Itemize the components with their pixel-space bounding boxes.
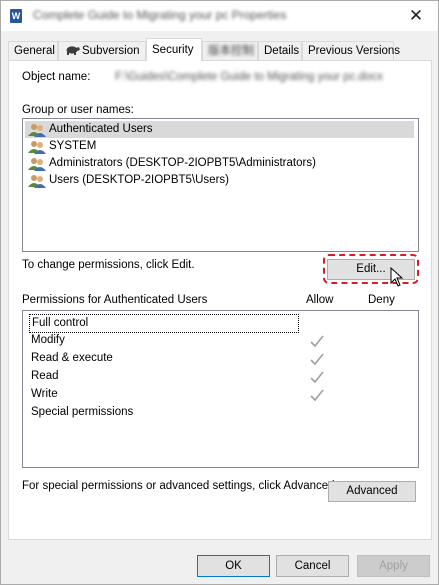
tortoise-icon — [66, 46, 80, 55]
users-icon — [28, 140, 46, 154]
object-name-label: Object name: — [22, 71, 91, 83]
list-item-system[interactable]: SYSTEM — [25, 138, 96, 155]
advanced-button[interactable]: Advanced — [328, 481, 416, 502]
permissions-list[interactable] — [22, 310, 419, 468]
object-name-value: F:\Guides\Complete Guide to Migrating yo… — [115, 71, 383, 83]
permission-row-modify[interactable]: Modify — [31, 332, 65, 349]
permission-name: Read & execute — [31, 352, 113, 364]
allow-checkmark-icon — [310, 389, 324, 402]
apply-button-label: Apply — [379, 560, 408, 572]
tab-label: General — [14, 45, 55, 57]
users-icon — [28, 174, 46, 188]
ok-button[interactable]: OK — [197, 555, 270, 577]
users-icon — [28, 123, 46, 137]
list-item-label: Authenticated Users — [49, 123, 153, 135]
permission-row-special[interactable]: Special permissions — [31, 404, 133, 421]
window-title: Complete Guide to Migrating your pc Prop… — [33, 8, 287, 22]
list-item-label: Users (DESKTOP-2IOPBT5\Users) — [49, 174, 229, 186]
list-item-label: SYSTEM — [49, 140, 97, 152]
advanced-button-label: Advanced — [346, 485, 398, 497]
tab-security[interactable]: Security — [146, 38, 202, 61]
allow-checkmark-icon — [310, 371, 324, 384]
permission-row-read[interactable]: Read — [31, 368, 59, 385]
tab-previous-versions[interactable]: Previous Versions — [302, 41, 400, 60]
ok-button-label: OK — [225, 560, 242, 572]
change-permissions-hint: To change permissions, click Edit. — [22, 259, 195, 271]
close-button[interactable]: ✕ — [394, 1, 438, 31]
tab-label: Details — [264, 45, 300, 57]
permission-name: Write — [31, 388, 58, 400]
list-item-authenticated-users[interactable]: Authenticated Users — [25, 121, 414, 138]
apply-button[interactable]: Apply — [357, 555, 430, 577]
permission-name: Read — [31, 370, 59, 382]
tab-general[interactable]: General — [8, 41, 58, 60]
permission-name: Modify — [31, 334, 65, 346]
permission-row-write[interactable]: Write — [31, 386, 58, 403]
permission-name: Special permissions — [31, 406, 134, 418]
list-item-label: Administrators (DESKTOP-2IOPBT5\Administ… — [49, 157, 316, 169]
tab-label: Security — [152, 44, 194, 56]
allow-header: Allow — [306, 294, 334, 306]
edit-button-highlight — [323, 254, 419, 284]
cancel-button[interactable]: Cancel — [276, 555, 349, 577]
tab-label: 版本控制 — [208, 45, 254, 57]
tab-label: Subversion — [82, 45, 140, 57]
word-document-icon: W — [10, 9, 22, 23]
users-icon — [28, 157, 46, 171]
tab-label: Previous Versions — [308, 45, 401, 57]
title-bar: W Complete Guide to Migrating your pc Pr… — [1, 1, 438, 31]
permission-name: Full control — [32, 317, 89, 329]
mouse-cursor-icon — [390, 267, 404, 287]
allow-checkmark-icon — [310, 353, 324, 366]
group-user-list[interactable]: Authenticated Users SYSTEM Administrator… — [22, 118, 419, 252]
permission-row-read-execute[interactable]: Read & execute — [31, 350, 113, 367]
permission-row-full-control[interactable]: Full control — [29, 314, 299, 333]
group-names-label: Group or user names: — [22, 104, 134, 116]
advanced-hint: For special permissions or advanced sett… — [22, 480, 338, 492]
cancel-button-label: Cancel — [294, 560, 331, 572]
permissions-label: Permissions for Authenticated Users — [22, 294, 208, 306]
properties-window: W Complete Guide to Migrating your pc Pr… — [0, 0, 439, 585]
list-item-users[interactable]: Users (DESKTOP-2IOPBT5\Users) — [25, 172, 229, 189]
tab-details[interactable]: Details — [258, 41, 302, 60]
allow-checkmark-icon — [310, 335, 324, 348]
list-item-administrators[interactable]: Administrators (DESKTOP-2IOPBT5\Administ… — [25, 155, 316, 172]
tab-subversion[interactable]: Subversion — [58, 41, 146, 60]
tab-version-control[interactable]: 版本控制 — [202, 41, 258, 60]
deny-header: Deny — [368, 294, 395, 306]
